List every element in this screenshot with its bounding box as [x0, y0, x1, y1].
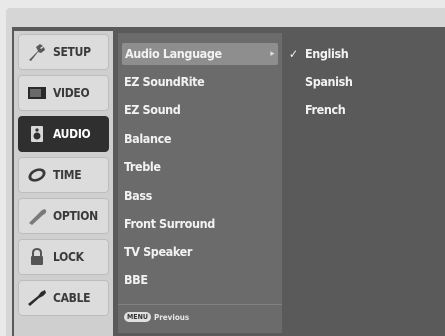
category-time[interactable]: TIME	[18, 157, 109, 193]
category-setup[interactable]: SETUP	[18, 34, 109, 70]
option-icon	[26, 205, 48, 227]
category-label: CABLE	[53, 291, 91, 305]
category-label: SETUP	[53, 45, 91, 59]
category-label: LOCK	[53, 250, 84, 264]
category-label: AUDIO	[53, 127, 91, 141]
menu-item-treble[interactable]: Treble	[124, 156, 161, 178]
menu-item-bbe[interactable]: BBE	[124, 269, 148, 291]
checkmark-icon: ✓	[289, 47, 298, 61]
menu-key-icon: MENU	[124, 312, 151, 322]
option-label: English	[305, 46, 349, 61]
hint-label: Previous	[153, 312, 190, 322]
menu-item-ez-soundrite[interactable]: EZ SoundRite	[124, 71, 205, 93]
option-english[interactable]: ✓ English	[289, 43, 349, 65]
category-cable[interactable]: CABLE	[18, 280, 109, 316]
menu-item-ez-sound[interactable]: EZ Sound	[124, 99, 181, 121]
category-option[interactable]: OPTION	[18, 198, 109, 234]
lock-icon	[26, 246, 48, 268]
category-lock[interactable]: LOCK	[18, 239, 109, 275]
menu-item-balance[interactable]: Balance	[124, 128, 172, 150]
category-video[interactable]: VIDEO	[18, 75, 109, 111]
option-french[interactable]: French	[305, 99, 346, 121]
menu-item-front-surround[interactable]: Front Surround	[124, 213, 215, 235]
speaker-icon	[26, 123, 48, 145]
category-audio[interactable]: AUDIO	[18, 116, 109, 152]
menu-hint: MENU Previous	[124, 310, 189, 324]
language-options: ✓ English Spanish French	[285, 33, 445, 333]
chevron-right-icon: ▸	[270, 49, 274, 59]
category-label: OPTION	[53, 209, 98, 223]
submenu-divider	[118, 304, 282, 305]
menu-item-audio-language[interactable]: Audio Language ▸	[122, 43, 278, 65]
menu-item-label: Audio Language	[125, 46, 222, 61]
category-label: TIME	[53, 168, 82, 182]
option-spanish[interactable]: Spanish	[305, 71, 353, 93]
audio-submenu: Audio Language ▸ EZ SoundRite EZ Sound B…	[118, 33, 282, 333]
clock-icon	[26, 164, 48, 186]
wrench-icon	[26, 41, 48, 63]
cable-icon	[26, 287, 48, 309]
menu-item-tv-speaker[interactable]: TV Speaker	[124, 241, 192, 263]
menu-item-bass[interactable]: Bass	[124, 185, 152, 207]
tv-icon	[26, 82, 48, 104]
category-column: SETUP VIDEO AUDIO TIME OPTION LOCK CABLE	[14, 31, 113, 336]
category-label: VIDEO	[53, 86, 90, 100]
